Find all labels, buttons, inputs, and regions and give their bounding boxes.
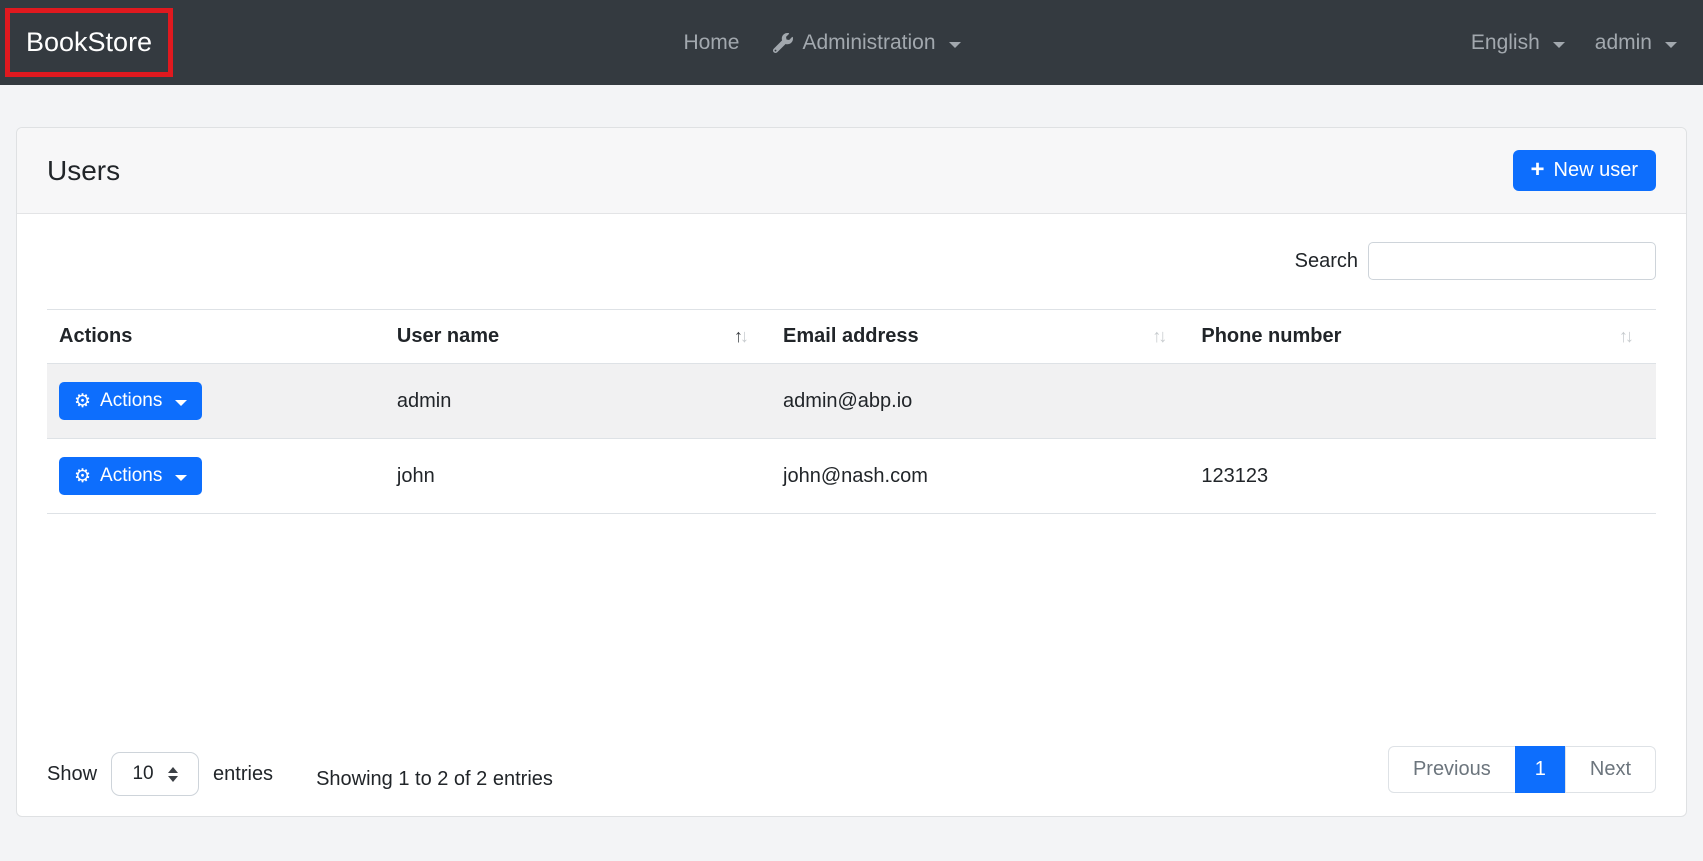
- nav-item-administration[interactable]: Administration: [773, 30, 961, 55]
- gear-icon: ⚙: [74, 390, 92, 412]
- cell-phone: 123123: [1189, 438, 1656, 514]
- cell-user-name: john: [384, 438, 772, 514]
- users-table: Actions User name ↑↓ Email address ↑↓ Ph…: [47, 309, 1656, 514]
- plus-icon: +: [1530, 155, 1545, 183]
- table-row: ⚙ Actions admin admin@abp.io: [47, 363, 1656, 439]
- column-label: Actions: [59, 325, 133, 347]
- cell-actions: ⚙ Actions: [47, 363, 385, 439]
- showing-entries-info: Showing 1 to 2 of 2 entries: [316, 768, 553, 790]
- cell-email: admin@abp.io: [771, 363, 1190, 439]
- page-size-select[interactable]: 10: [111, 752, 200, 796]
- user-menu-dropdown[interactable]: admin: [1595, 31, 1677, 55]
- main-menu: Home Administration: [683, 30, 961, 55]
- annotation-red-box: BookStore: [5, 8, 174, 77]
- search-input[interactable]: [1368, 242, 1656, 280]
- page-1-button[interactable]: 1: [1514, 746, 1566, 793]
- cell-phone: [1189, 363, 1656, 439]
- page-length-group: Show 10 entries: [47, 752, 273, 796]
- column-header-email[interactable]: Email address ↑↓: [771, 309, 1190, 364]
- new-user-label: New user: [1553, 159, 1638, 181]
- column-header-phone[interactable]: Phone number ↑↓: [1189, 309, 1656, 364]
- wrench-icon: [773, 32, 794, 53]
- language-label: English: [1470, 30, 1540, 54]
- sort-icon: ↑↓: [1152, 326, 1167, 346]
- pagination: Previous 1 Next: [1387, 746, 1656, 793]
- brand-link[interactable]: BookStore: [26, 27, 152, 57]
- row-actions-button[interactable]: ⚙ Actions: [59, 382, 203, 420]
- chevron-down-icon: [1552, 41, 1565, 48]
- top-navbar: BookStore Home Administration English ad…: [0, 0, 1703, 85]
- actions-label: Actions: [100, 465, 163, 486]
- username-label: admin: [1594, 30, 1652, 54]
- page-size-value: 10: [132, 763, 154, 784]
- gear-icon: ⚙: [74, 465, 92, 487]
- navbar-right: English admin: [1471, 31, 1677, 55]
- users-card: Users + New user Search Actions User nam…: [16, 127, 1687, 817]
- page-title: Users: [47, 154, 121, 186]
- search-row: Search: [47, 242, 1656, 280]
- chevron-down-icon: [1664, 41, 1677, 48]
- search-label: Search: [1294, 249, 1358, 272]
- entries-label: entries: [213, 762, 274, 785]
- chevron-down-icon: [175, 475, 188, 481]
- column-label: Email address: [783, 325, 919, 347]
- select-stepper-icon: [167, 766, 178, 782]
- nav-item-home[interactable]: Home: [683, 31, 739, 55]
- table-header-row: Actions User name ↑↓ Email address ↑↓ Ph…: [47, 309, 1656, 364]
- row-actions-button[interactable]: ⚙ Actions: [59, 457, 203, 495]
- new-user-button[interactable]: + New user: [1512, 150, 1656, 191]
- cell-user-name: admin: [384, 363, 772, 439]
- card-body: Search Actions User name ↑↓ Email addres…: [17, 214, 1686, 816]
- chevron-down-icon: [948, 41, 961, 48]
- show-label: Show: [47, 762, 98, 785]
- column-header-actions: Actions: [47, 309, 385, 364]
- table-footer: Show 10 entries Showing 1 to 2 of 2 entr…: [47, 746, 1656, 796]
- next-page-button[interactable]: Next: [1564, 746, 1656, 793]
- sort-icon: ↑↓: [1619, 326, 1634, 346]
- actions-label: Actions: [100, 390, 163, 411]
- column-label: User name: [396, 325, 500, 347]
- language-dropdown[interactable]: English: [1471, 31, 1565, 55]
- previous-page-button[interactable]: Previous: [1387, 746, 1516, 793]
- cell-actions: ⚙ Actions: [47, 438, 385, 514]
- nav-home-label: Home: [683, 30, 740, 54]
- table-row: ⚙ Actions john john@nash.com 123123: [47, 438, 1656, 514]
- cell-email: john@nash.com: [771, 438, 1190, 514]
- chevron-down-icon: [175, 400, 188, 406]
- sort-icon: ↑↓: [734, 326, 749, 346]
- column-label: Phone number: [1201, 325, 1342, 347]
- card-header: Users + New user: [17, 128, 1686, 214]
- nav-administration-label: Administration: [802, 30, 936, 54]
- column-header-user-name[interactable]: User name ↑↓: [384, 309, 772, 364]
